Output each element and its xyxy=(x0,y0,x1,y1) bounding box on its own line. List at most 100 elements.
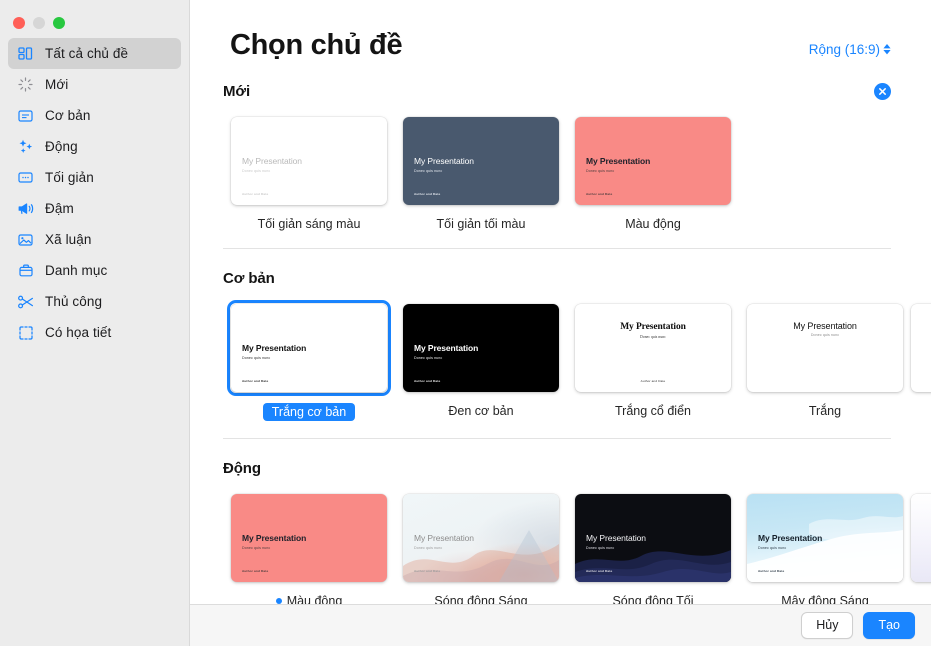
theme-name: Sóng động Sáng xyxy=(434,593,528,604)
chevron-up-down-icon xyxy=(883,44,891,55)
window-controls xyxy=(0,0,189,34)
section-header: Cơ bản xyxy=(190,270,931,287)
theme-section: Động My Presentation Donec quis nunc Aut… xyxy=(190,460,931,604)
theme-card[interactable]: My Presentation Donec quis nunc Author a… xyxy=(395,300,567,421)
minimize-window-button[interactable] xyxy=(33,17,45,29)
theme-card[interactable]: My Presentation Donec quis nunc Author a… xyxy=(567,490,739,604)
slide-subtitle: Donec quis nunc xyxy=(414,545,443,550)
theme-thumbnail-partial[interactable] xyxy=(911,303,931,392)
briefcase-icon xyxy=(16,261,35,280)
theme-thumbnail[interactable]: My Presentation Donec quis nunc Author a… xyxy=(575,303,731,392)
zoom-window-button[interactable] xyxy=(53,17,65,29)
sidebar-item-dynamic[interactable]: Động xyxy=(8,131,181,162)
slide-subtitle: Donec quis nunc xyxy=(586,168,615,173)
theme-thumbnail[interactable]: My Presentation Donec quis nunc Author a… xyxy=(231,116,387,205)
text-box-icon xyxy=(16,106,35,125)
slide-title: My Presentation xyxy=(758,532,823,543)
theme-thumbnail[interactable]: My Presentation Donec quis nunc Author a… xyxy=(747,303,903,392)
close-icon[interactable] xyxy=(874,82,891,100)
theme-section: Mới My Presentation Donec quis nunc Auth… xyxy=(190,82,931,249)
photo-icon xyxy=(16,230,35,249)
slide-title: My Presentation xyxy=(414,532,474,543)
slide-author: Author and Date xyxy=(640,378,666,383)
slide-author: Author and Date xyxy=(242,378,269,383)
theme-thumbnail[interactable]: My Presentation Donec quis nunc Author a… xyxy=(575,493,731,582)
theme-gallery-scroll[interactable]: Chọn chủ đề Rộng (16:9) Mới My Presentat… xyxy=(190,0,931,604)
slide-subtitle: Donec quis nunc xyxy=(586,545,615,550)
theme-name: Màu động xyxy=(286,593,343,604)
section-title: Động xyxy=(223,459,261,477)
theme-chooser-window: Tất cả chủ đề Mới Cơ bản Động Tối giản Đ… xyxy=(0,0,931,646)
sidebar-item-label: Có họa tiết xyxy=(45,325,112,340)
megaphone-icon xyxy=(16,199,35,218)
sidebar-item-handcraft[interactable]: Thủ công xyxy=(8,286,181,317)
slide-title: My Presentation xyxy=(793,320,857,331)
sidebar-list: Tất cả chủ đề Mới Cơ bản Động Tối giản Đ… xyxy=(0,34,189,348)
theme-thumbnail[interactable]: My Presentation Donec quis nunc Author a… xyxy=(747,493,903,582)
theme-card[interactable]: My Presentation Donec quis nunc Author a… xyxy=(223,490,395,604)
slide-subtitle: Donec quis nunc xyxy=(414,168,443,173)
theme-thumbnail[interactable]: My Presentation Donec quis nunc Author a… xyxy=(231,493,387,582)
sidebar-item-portfolio[interactable]: Danh mục xyxy=(8,255,181,286)
slide-title: My Presentation xyxy=(414,155,474,166)
slide-author: Author and Date xyxy=(586,191,613,196)
theme-thumbnail[interactable]: My Presentation Donec quis nunc Author a… xyxy=(403,303,559,392)
theme-row: My Presentation Donec quis nunc Author a… xyxy=(190,299,931,421)
theme-section: Cơ bản My Presentation Donec quis nunc A… xyxy=(190,270,931,439)
slide-author: Author and Date xyxy=(586,568,613,573)
sidebar: Tất cả chủ đề Mới Cơ bản Động Tối giản Đ… xyxy=(0,0,190,646)
theme-thumbnail[interactable]: My Presentation Donec quis nunc Author a… xyxy=(403,116,559,205)
slide-subtitle: Donec quis nunc xyxy=(810,332,840,337)
theme-thumbnail[interactable]: My Presentation Donec quis nunc Author a… xyxy=(403,493,559,582)
theme-card[interactable]: My Presentation Donec quis nunc Author a… xyxy=(739,490,911,604)
theme-thumbnail[interactable]: My Presentation Donec quis nunc Author a… xyxy=(575,116,731,205)
theme-card[interactable]: My Presentation Donec quis nunc Author a… xyxy=(223,113,395,231)
theme-card[interactable]: My Presentation Donec quis nunc Author a… xyxy=(395,113,567,231)
theme-name: Tối giản tối màu xyxy=(436,216,526,231)
section-header: Động xyxy=(190,460,931,477)
theme-thumbnail[interactable]: My Presentation Donec quis nunc Author a… xyxy=(231,303,387,392)
main-panel: Chọn chủ đề Rộng (16:9) Mới My Presentat… xyxy=(190,0,931,646)
theme-card-selected[interactable]: My Presentation Donec quis nunc Author a… xyxy=(223,299,395,421)
slide-author: Author and Date xyxy=(414,568,441,573)
theme-name: Đen cơ bản xyxy=(448,403,514,418)
sidebar-item-bold[interactable]: Đậm xyxy=(8,193,181,224)
sidebar-item-basic[interactable]: Cơ bản xyxy=(8,100,181,131)
sidebar-item-label: Mới xyxy=(45,77,69,92)
slide-author: Author and Date xyxy=(414,378,441,383)
slide-title: My Presentation xyxy=(620,322,686,333)
section-title: Cơ bản xyxy=(223,269,275,287)
sidebar-item-label: Danh mục xyxy=(45,263,108,278)
sidebar-item-patterned[interactable]: Có họa tiết xyxy=(8,317,181,348)
sidebar-item-minimal[interactable]: Tối giản xyxy=(8,162,181,193)
close-window-button[interactable] xyxy=(13,17,25,29)
theme-card[interactable]: My Presentation Donec quis nunc Author a… xyxy=(739,300,911,421)
sidebar-item-label: Thủ công xyxy=(45,294,103,309)
slide-author: Author and Date xyxy=(414,191,441,196)
sidebar-item-label: Động xyxy=(45,139,78,154)
theme-name: Trắng xyxy=(808,403,842,418)
theme-card[interactable]: My Presentation Donec quis nunc Author a… xyxy=(567,113,739,231)
slide-title: My Presentation xyxy=(586,155,651,166)
header: Chọn chủ đề Rộng (16:9) xyxy=(190,0,931,62)
theme-card[interactable]: My Presentation Donec quis nunc Author a… xyxy=(395,490,567,604)
theme-name: Trắng cổ điển xyxy=(615,403,691,418)
sidebar-item-new[interactable]: Mới xyxy=(8,69,181,100)
theme-thumbnail-partial[interactable] xyxy=(911,493,931,582)
aspect-ratio-dropdown[interactable]: Rộng (16:9) xyxy=(809,42,891,57)
sidebar-item-editorial[interactable]: Xã luận xyxy=(8,224,181,255)
theme-card[interactable]: My Presentation Donec quis nunc Author a… xyxy=(567,300,739,421)
sparkle-burst-icon xyxy=(16,75,35,94)
page-title: Chọn chủ đề xyxy=(230,29,403,61)
cancel-button[interactable]: Hủy xyxy=(801,611,854,640)
theme-name: Sóng động Tối xyxy=(612,593,694,604)
slide-author: Author and Date xyxy=(242,191,269,196)
sidebar-item-all-themes[interactable]: Tất cả chủ đề xyxy=(8,38,181,69)
slide-subtitle: Donec quis nunc xyxy=(758,545,787,550)
theme-name: Màu động xyxy=(625,216,681,231)
create-button[interactable]: Tạo xyxy=(863,611,915,640)
slide-subtitle: Donec quis nunc xyxy=(640,335,666,340)
slide-subtitle: Donec quis nunc xyxy=(242,355,271,360)
slide-title: My Presentation xyxy=(586,532,646,543)
section-header: Mới xyxy=(190,82,931,100)
